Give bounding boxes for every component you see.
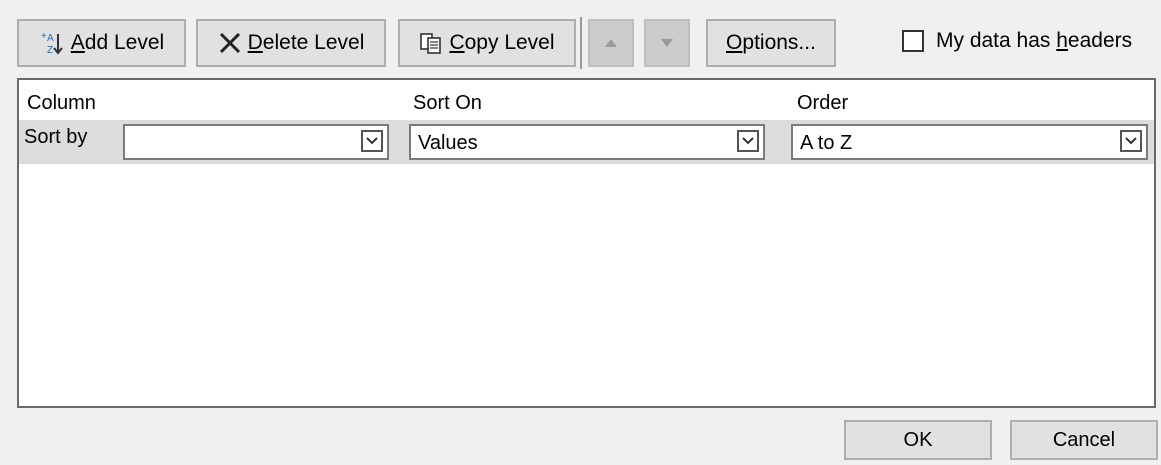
order-header: Order	[797, 92, 849, 114]
toolbar-separator	[580, 17, 582, 69]
copy-level-label: Copy Level	[449, 31, 555, 54]
ok-label: OK	[903, 428, 933, 451]
column-header: Column	[27, 92, 96, 114]
sort-levels-grid: Column Sort On Order Sort by Values A to…	[17, 78, 1156, 408]
svg-text:A: A	[47, 33, 54, 44]
sort-az-icon: + A Z	[39, 30, 65, 56]
order-dropdown[interactable]: A to Z	[791, 124, 1148, 160]
delete-level-label: Delete Level	[247, 31, 365, 54]
chevron-down-icon[interactable]	[361, 130, 383, 152]
my-data-has-headers-label: My data has headers	[936, 29, 1133, 52]
arrow-down-icon	[659, 37, 675, 49]
column-dropdown[interactable]	[123, 124, 389, 160]
add-level-button[interactable]: + A Z Add Level	[17, 19, 186, 67]
chevron-down-icon[interactable]	[737, 130, 759, 152]
chevron-down-icon[interactable]	[1120, 130, 1142, 152]
options-label: Options...	[726, 31, 816, 54]
arrow-up-icon	[603, 37, 619, 49]
copy-icon	[419, 31, 443, 55]
copy-level-button[interactable]: Copy Level	[398, 19, 576, 67]
order-value: A to Z	[800, 132, 853, 154]
add-level-label: Add Level	[70, 31, 165, 54]
x-icon	[218, 31, 242, 55]
delete-level-button[interactable]: Delete Level	[196, 19, 386, 67]
ok-button[interactable]: OK	[844, 420, 992, 460]
svg-text:Z: Z	[47, 45, 53, 56]
sort-on-header: Sort On	[413, 92, 482, 114]
my-data-has-headers-checkbox[interactable]	[902, 30, 924, 52]
sort-on-dropdown[interactable]: Values	[409, 124, 765, 160]
cancel-button[interactable]: Cancel	[1010, 420, 1158, 460]
sort-on-value: Values	[418, 132, 478, 154]
cancel-label: Cancel	[1052, 428, 1116, 451]
sort-level-row[interactable]: Sort by Values A to Z	[19, 120, 1154, 164]
move-up-button[interactable]	[588, 19, 634, 67]
options-button[interactable]: Options...	[706, 19, 836, 67]
sort-by-label: Sort by	[24, 126, 88, 148]
move-down-button[interactable]	[644, 19, 690, 67]
my-data-has-headers-option[interactable]: My data has headers	[902, 29, 1132, 53]
